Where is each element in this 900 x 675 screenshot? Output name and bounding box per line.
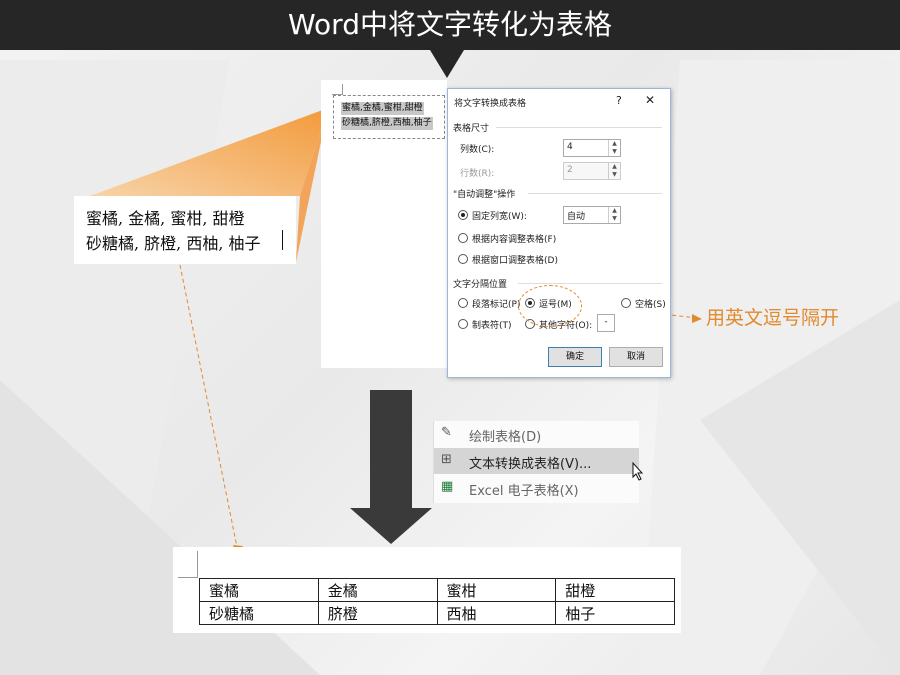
columns-value: 4 [567, 142, 573, 152]
result-table: 蜜橘 金橘 蜜柑 甜橙 砂糖橘 脐橙 西柚 柚子 [199, 578, 675, 625]
close-button[interactable]: ✕ [645, 93, 655, 107]
divider [496, 127, 662, 128]
menu-item-label: Excel 电子表格(X) [469, 484, 579, 499]
zoomed-text-box: 蜜橘, 金橘, 蜜柑, 甜橙 砂糖橘, 脐橙, 西柚, 柚子 [74, 196, 296, 264]
autofit-section-label: "自动调整"操作 [453, 190, 516, 200]
ok-button[interactable]: 确定 [548, 347, 602, 367]
columns-stepper[interactable]: 4 ▲ ▼ [563, 139, 621, 157]
paragraph-mark-label: 段落标记(P) [472, 300, 521, 310]
fixed-width-value: 自动 [567, 212, 586, 222]
table-size-section-label: 表格尺寸 [453, 124, 490, 134]
mouse-pointer-icon [632, 462, 644, 481]
columns-label: 列数(C): [460, 145, 495, 155]
table-cell[interactable]: 甜橙 [555, 578, 675, 602]
text-to-table-icon: ⊞ [441, 452, 452, 467]
stepper-arrows-icon[interactable]: ▲ ▼ [608, 140, 620, 156]
paragraph-mark-radio[interactable] [458, 298, 468, 308]
table-row: 砂糖橘 脐橙 西柚 柚子 [199, 601, 675, 625]
divider [518, 283, 662, 284]
stepper-arrows-icon: ▲ ▼ [608, 163, 620, 179]
table-cell[interactable]: 蜜柑 [436, 578, 557, 602]
down-arrow-shaft [370, 390, 412, 508]
table-cell[interactable]: 西柚 [436, 601, 557, 625]
space-radio[interactable] [621, 298, 631, 308]
tab-radio[interactable] [458, 319, 468, 329]
menu-item-excel-table[interactable]: ▦ Excel 电子表格(X) [434, 475, 639, 501]
excel-table-icon: ▦ [441, 479, 454, 494]
pencil-table-icon: ✎ [441, 425, 452, 440]
zoomed-text-line: 蜜橘, 金橘, 蜜柑, 甜橙 [86, 209, 245, 228]
margin-corner-mark [332, 84, 343, 95]
fit-contents-radio[interactable] [458, 233, 468, 243]
table-row: 蜜橘 金橘 蜜柑 甜橙 [199, 578, 675, 602]
fixed-width-label: 固定列宽(W): [472, 212, 527, 222]
text-cursor [282, 230, 283, 250]
table-cell[interactable]: 砂糖橘 [199, 601, 319, 625]
down-arrow-icon [350, 508, 432, 544]
table-insert-menu: ✎ 绘制表格(D) ⊞ 文本转换成表格(V)... ▦ Excel 电子表格(X… [433, 421, 639, 503]
margin-corner-mark [197, 551, 198, 577]
rows-stepper: 2 ▲ ▼ [563, 162, 621, 180]
table-cell[interactable]: 脐橙 [317, 601, 438, 625]
stepper-arrows-icon[interactable]: ▲ ▼ [608, 207, 620, 223]
dialog-title: 将文字转换成表格 [454, 99, 527, 109]
comma-highlight-ring [518, 285, 582, 327]
margin-corner-mark [178, 577, 198, 578]
menu-item-label: 绘制表格(D) [469, 430, 542, 445]
zoomed-text-line: 砂糖橘, 脐橙, 西柚, 柚子 [86, 234, 261, 253]
menu-item-text-to-table[interactable]: ⊞ 文本转换成表格(V)... [434, 448, 639, 474]
fixed-width-radio[interactable] [458, 210, 468, 220]
table-cell[interactable]: 蜜橘 [199, 578, 319, 602]
other-char-input[interactable]: - [597, 314, 615, 332]
help-button[interactable]: ? [616, 94, 622, 107]
tab-label: 制表符(T) [472, 321, 512, 331]
menu-item-label: 文本转换成表格(V)... [469, 457, 592, 472]
menu-item-draw-table[interactable]: ✎ 绘制表格(D) [434, 421, 639, 447]
table-cell[interactable]: 柚子 [555, 601, 675, 625]
selected-text-line[interactable]: 砂糖橘,脐橙,西柚,柚子 [341, 117, 433, 130]
annotation-text: 用英文逗号隔开 [706, 307, 840, 329]
fit-window-radio[interactable] [458, 254, 468, 264]
cancel-button[interactable]: 取消 [609, 347, 663, 367]
convert-text-to-table-dialog: 将文字转换成表格 ? ✕ 表格尺寸 列数(C): 4 ▲ ▼ 行数(R): 2 ▲… [447, 88, 671, 378]
rows-label: 行数(R): [460, 169, 495, 179]
rows-value: 2 [567, 165, 573, 175]
fit-contents-label: 根据内容调整表格(F) [472, 235, 557, 245]
divider [528, 193, 662, 194]
table-cell[interactable]: 金橘 [317, 578, 438, 602]
space-label: 空格(S) [635, 300, 666, 310]
fixed-width-stepper[interactable]: 自动 ▲ ▼ [563, 206, 621, 224]
separator-section-label: 文字分隔位置 [453, 280, 508, 290]
selected-text-line[interactable]: 蜜橘,金橘,蜜柑,甜橙 [341, 102, 424, 115]
fit-window-label: 根据窗口调整表格(D) [472, 256, 558, 266]
